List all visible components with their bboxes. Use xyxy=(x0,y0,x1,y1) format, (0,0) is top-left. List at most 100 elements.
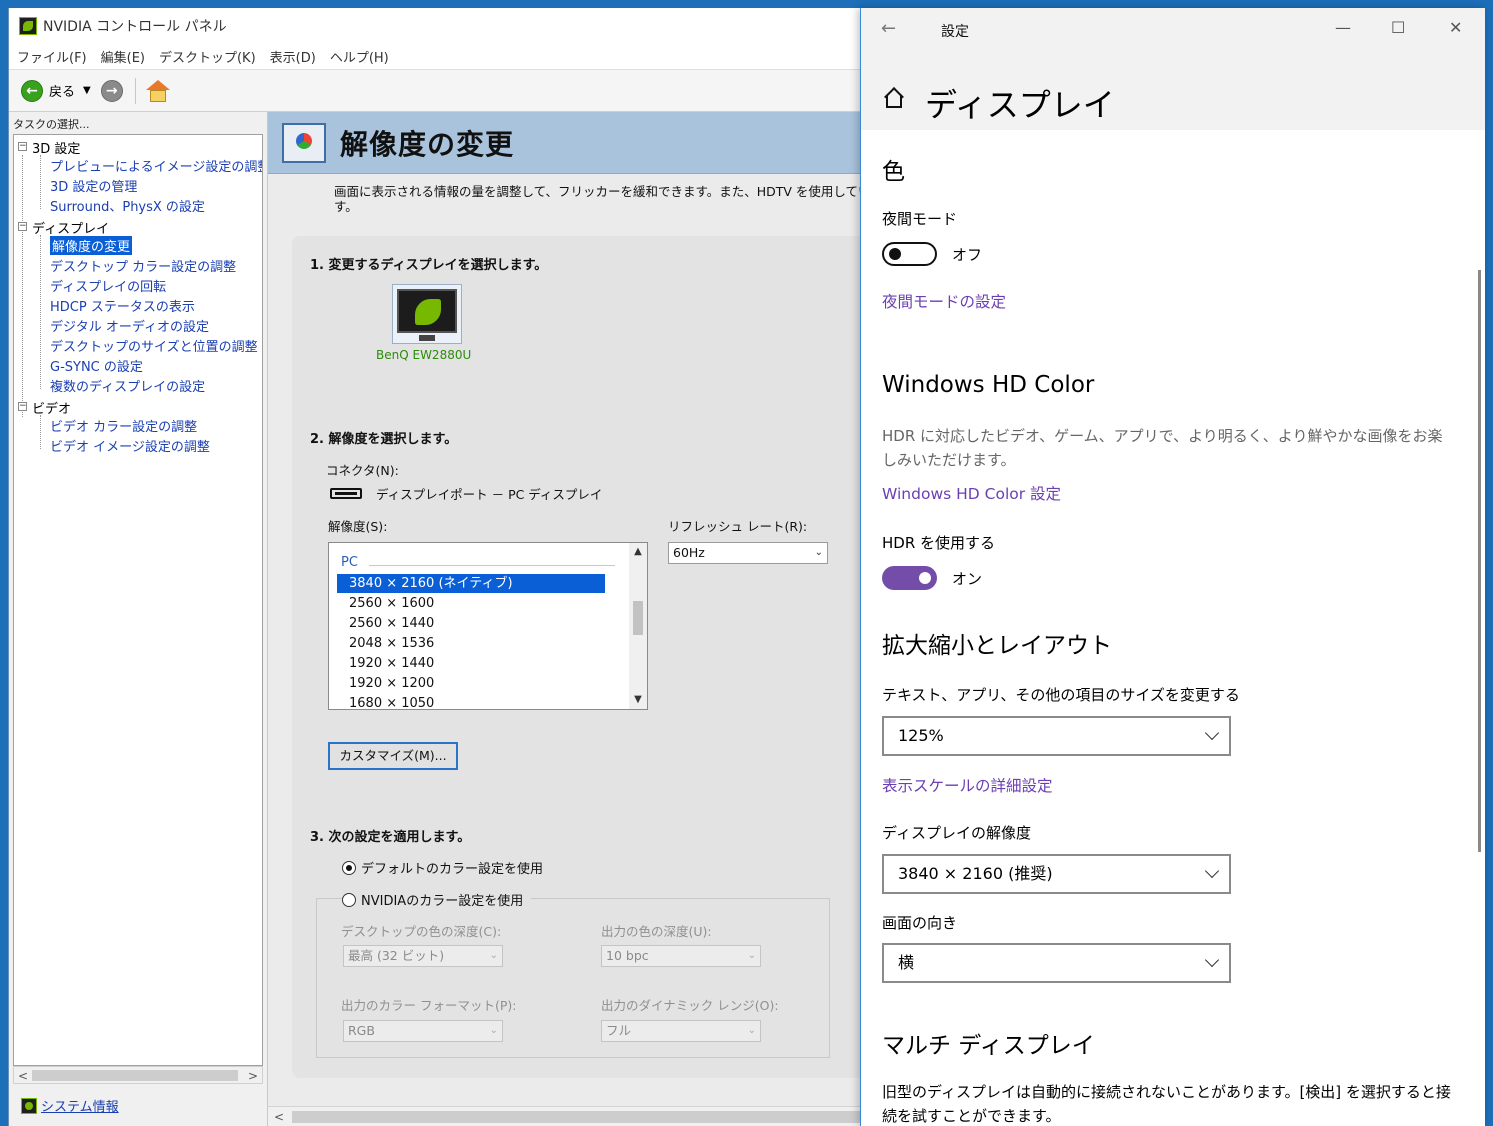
dynamic-range-value: フル xyxy=(606,1023,632,1038)
tree-item-surround-physx[interactable]: Surround、PhysX の設定 xyxy=(50,196,205,215)
back-button-label[interactable]: 戻る xyxy=(49,81,75,100)
radio-selected-icon[interactable] xyxy=(342,860,356,875)
menu-file[interactable]: ファイル(F) xyxy=(17,47,87,66)
chevron-down-icon: ⌄ xyxy=(747,1025,756,1036)
tree-item-video-color[interactable]: ビデオ カラー設定の調整 xyxy=(50,416,197,435)
radio-nvidia-color[interactable]: NVIDIAのカラー設定を使用 xyxy=(342,890,532,909)
scroll-down-icon[interactable]: ▼ xyxy=(629,691,647,709)
scrollbar-thumb[interactable] xyxy=(633,601,643,635)
tree-item-digital-audio[interactable]: デジタル オーディオの設定 xyxy=(50,316,209,335)
displayport-connector-icon xyxy=(330,488,362,499)
menu-edit[interactable]: 編集(E) xyxy=(101,47,145,66)
multi-display-description: 旧型のディスプレイは自動的に接続されないことがあります。[検出] を選択すると接… xyxy=(882,1083,1451,1125)
menu-desktop[interactable]: デスクトップ(K) xyxy=(159,47,256,66)
resolution-item[interactable]: 2560 × 1440 xyxy=(337,614,605,633)
hd-color-settings-link[interactable]: Windows HD Color 設定 xyxy=(882,482,1061,504)
chevron-down-icon: ⌄ xyxy=(814,547,823,558)
output-format-select[interactable]: RGB ⌄ xyxy=(343,1020,503,1042)
output-depth-label: 出力の色の深度(U): xyxy=(601,924,712,939)
tree-guide-line xyxy=(40,235,41,389)
collapse-display-icon[interactable]: − xyxy=(18,222,27,231)
scrollbar-thumb[interactable] xyxy=(292,1111,872,1123)
resolution-item[interactable]: 2560 × 1600 xyxy=(337,594,605,613)
scale-dropdown[interactable]: 125% xyxy=(882,716,1231,756)
home-icon[interactable] xyxy=(145,79,170,102)
scrollbar-thumb[interactable] xyxy=(32,1070,238,1081)
home-icon[interactable] xyxy=(883,87,905,108)
orientation-label: 画面の向き xyxy=(882,914,958,932)
back-arrow-icon[interactable]: ← xyxy=(881,18,896,39)
dynamic-range-select[interactable]: フル ⌄ xyxy=(601,1020,761,1042)
tree-item-multi-display[interactable]: 複数のディスプレイの設定 xyxy=(50,376,205,395)
settings-titlebar: ← 設定 — ☐ ✕ xyxy=(861,8,1485,50)
refresh-rate-select[interactable]: 60Hz ⌄ xyxy=(668,542,828,564)
system-info-label[interactable]: システム情報 xyxy=(41,1096,119,1115)
collapse-3d-icon[interactable]: − xyxy=(18,142,27,151)
step-1-heading: 1. 変更するディスプレイを選択します。 xyxy=(310,258,548,273)
resolution-item[interactable]: 1920 × 1200 xyxy=(337,674,605,693)
collapse-video-icon[interactable]: − xyxy=(18,402,27,411)
resolution-item[interactable]: 3840 × 2160 (ネイティブ) xyxy=(337,574,605,593)
night-mode-toggle[interactable] xyxy=(882,242,937,266)
tree-item-rotate-display[interactable]: ディスプレイの回転 xyxy=(50,276,166,295)
scroll-right-icon[interactable]: > xyxy=(248,1067,258,1085)
tree-item-gsync[interactable]: G-SYNC の設定 xyxy=(50,356,143,375)
task-select-label: タスクの選択... xyxy=(13,118,90,131)
dynamic-range-label: 出力のダイナミック レンジ(O): xyxy=(601,998,779,1013)
hdr-state: オン xyxy=(952,570,983,588)
tree-item-preview[interactable]: プレビューによるイメージ設定の調整 xyxy=(50,156,262,175)
settings-page-title: ディスプレイ xyxy=(925,86,1115,124)
desktop-depth-select[interactable]: 最高 (32 ビット) ⌄ xyxy=(343,945,503,967)
monitor-name-label[interactable]: BenQ EW2880U xyxy=(376,348,471,362)
chevron-down-icon xyxy=(1204,725,1220,741)
tree-group-video[interactable]: ビデオ xyxy=(32,398,71,417)
display-resolution-dropdown[interactable]: 3840 × 2160 (推奨) xyxy=(882,854,1231,894)
menu-view[interactable]: 表示(D) xyxy=(270,47,316,66)
toolbar-separator xyxy=(134,77,136,104)
history-dropdown-icon[interactable]: ▼ xyxy=(83,85,91,96)
tree-item-manage-3d[interactable]: 3D 設定の管理 xyxy=(50,176,137,195)
back-arrow-icon[interactable]: ← xyxy=(21,79,43,102)
resolution-item[interactable]: 2048 × 1536 xyxy=(337,634,605,653)
tree-item-hdcp-status[interactable]: HDCP ステータスの表示 xyxy=(50,296,195,315)
display-benq-monitor[interactable] xyxy=(392,284,462,344)
scroll-left-icon[interactable]: < xyxy=(274,1107,284,1126)
orientation-dropdown[interactable]: 横 xyxy=(882,943,1231,983)
nvidia-color-group: デスクトップの色の深度(C): 最高 (32 ビット) ⌄ 出力の色の深度(U)… xyxy=(316,898,830,1058)
orientation-value: 横 xyxy=(898,953,915,972)
radio-default-color[interactable]: デフォルトのカラー設定を使用 xyxy=(342,858,543,877)
resolution-item[interactable]: 1920 × 1440 xyxy=(337,654,605,673)
close-icon[interactable]: ✕ xyxy=(1449,18,1462,37)
resolution-list[interactable]: PC 3840 × 2160 (ネイティブ) 2560 × 1600 2560 … xyxy=(328,542,648,710)
radio-default-color-label: デフォルトのカラー設定を使用 xyxy=(361,862,544,877)
output-depth-select[interactable]: 10 bpc ⌄ xyxy=(601,945,761,967)
scroll-left-icon[interactable]: < xyxy=(18,1067,28,1085)
tree-item-change-resolution[interactable]: 解像度の変更 xyxy=(50,236,133,255)
tree-item-video-image[interactable]: ビデオ イメージ設定の調整 xyxy=(50,436,210,455)
radio-unselected-icon[interactable] xyxy=(342,892,356,907)
scroll-up-icon[interactable]: ▲ xyxy=(629,543,647,561)
tree-item-desktop-size[interactable]: デスクトップのサイズと位置の調整 xyxy=(50,336,258,355)
customize-button[interactable]: カスタマイズ(M)... xyxy=(328,742,458,770)
maximize-icon[interactable]: ☐ xyxy=(1391,18,1405,37)
tree-group-display[interactable]: ディスプレイ xyxy=(32,218,109,237)
nvidia-app-icon xyxy=(19,17,37,35)
nvidia-menubar: ファイル(F) 編集(E) デスクトップ(K) 表示(D) ヘルプ(H) xyxy=(9,44,888,70)
resolution-item[interactable]: 1680 × 1050 xyxy=(337,694,605,709)
chevron-down-icon: ⌄ xyxy=(489,1025,498,1036)
resolution-list-scrollbar[interactable]: ▲ ▼ xyxy=(629,543,647,709)
minimize-icon[interactable]: — xyxy=(1335,18,1351,37)
tree-horizontal-scrollbar[interactable]: < > xyxy=(13,1066,263,1084)
page-title: 解像度の変更 xyxy=(340,127,515,161)
settings-scrollbar[interactable] xyxy=(1478,270,1481,852)
night-mode-settings-link[interactable]: 夜間モードの設定 xyxy=(882,290,1006,312)
menu-help[interactable]: ヘルプ(H) xyxy=(330,47,389,66)
hdr-toggle[interactable] xyxy=(882,566,937,590)
forward-arrow-icon[interactable]: → xyxy=(100,79,123,102)
tree-item-desktop-color[interactable]: デスクトップ カラー設定の調整 xyxy=(50,256,236,275)
page-banner: 解像度の変更 xyxy=(268,112,888,174)
content-horizontal-scrollbar[interactable]: < xyxy=(268,1106,888,1126)
content-pane: 解像度の変更 画面に表示される情報の量を調整して、フリッカーを緩和できます。また… xyxy=(267,112,888,1126)
system-info-link[interactable]: システム情報 xyxy=(21,1096,119,1115)
advanced-scale-link[interactable]: 表示スケールの詳細設定 xyxy=(882,774,1053,796)
